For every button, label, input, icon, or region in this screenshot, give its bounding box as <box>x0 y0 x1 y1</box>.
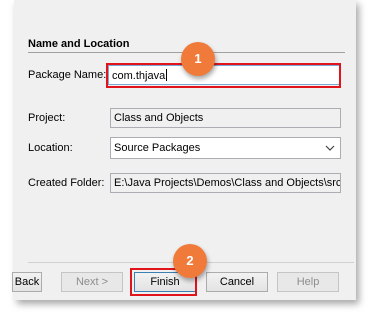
cancel-button[interactable]: Cancel <box>206 272 268 292</box>
screenshot-stage: Name and Location Package Name: com.thja… <box>0 0 370 321</box>
project-value: Class and Objects <box>114 112 204 124</box>
location-select[interactable]: Source Packages <box>110 137 341 159</box>
package-name-label: Package Name: <box>28 69 107 81</box>
project-field: Class and Objects <box>110 108 341 128</box>
package-name-value: com.thjava <box>112 70 166 82</box>
location-value: Source Packages <box>114 142 201 154</box>
project-label: Project: <box>28 112 66 124</box>
location-label: Location: <box>28 142 73 154</box>
help-button[interactable]: Help <box>277 272 339 292</box>
step-1-badge: 1 <box>181 42 215 76</box>
package-name-input[interactable]: com.thjava <box>108 65 341 85</box>
back-button[interactable]: Back <box>12 272 42 292</box>
next-button[interactable]: Next > <box>61 272 123 292</box>
text-caret <box>166 69 168 81</box>
created-folder-value: E:\Java Projects\Demos\Class and Objects… <box>114 177 341 189</box>
created-folder-label: Created Folder: <box>28 177 105 189</box>
step-2-badge: 2 <box>173 244 207 278</box>
created-folder-field: E:\Java Projects\Demos\Class and Objects… <box>110 173 341 193</box>
section-title: Name and Location <box>28 38 130 50</box>
chevron-down-icon <box>325 145 335 151</box>
